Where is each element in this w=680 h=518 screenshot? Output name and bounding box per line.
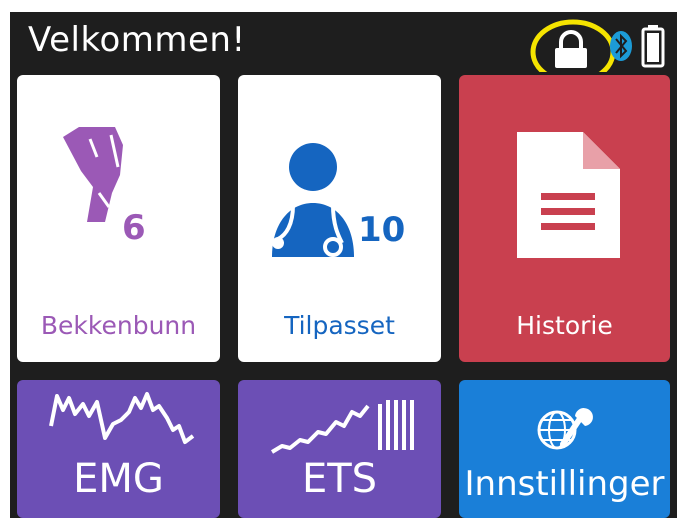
custom-tile[interactable]: 10 Tilpasset [238, 75, 441, 362]
pelvic-count: 6 [122, 208, 146, 248]
device-screen: Velkommen! 6 Bekkenbunn 10 Tilpasset His… [10, 12, 677, 518]
emg-tile[interactable]: EMG [17, 380, 220, 518]
pelvic-floor-label: Bekkenbunn [40, 311, 197, 340]
settings-tile[interactable]: Innstillinger [459, 380, 670, 518]
status-bar [530, 19, 665, 72]
battery-icon [641, 25, 665, 68]
custom-count: 10 [358, 210, 406, 250]
settings-label: Innstillinger [464, 464, 665, 504]
ets-tile[interactable]: ETS [238, 380, 441, 518]
pelvic-floor-tile[interactable]: 6 Bekkenbunn [17, 75, 220, 362]
emg-label: EMG [73, 456, 164, 502]
history-label: Historie [516, 311, 613, 340]
custom-label: Tilpasset [284, 311, 395, 340]
lock-icon[interactable] [555, 30, 587, 68]
ets-label: ETS [301, 456, 378, 502]
bluetooth-icon [610, 31, 632, 61]
history-tile[interactable]: Historie [459, 75, 670, 362]
